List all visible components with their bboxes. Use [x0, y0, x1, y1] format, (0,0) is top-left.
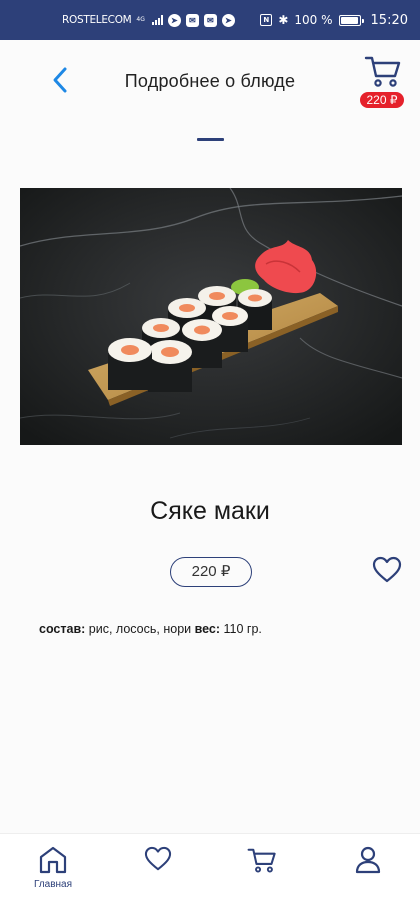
clock: 15:20 — [370, 12, 408, 28]
nav-profile[interactable] — [336, 834, 400, 900]
favorite-button[interactable] — [372, 556, 402, 586]
status-right: N ✱ 100 % 15:20 — [260, 0, 408, 40]
sushi-photo — [20, 188, 402, 445]
cart-icon — [364, 56, 401, 87]
telegram-icon-2: ➤ — [221, 13, 235, 27]
dish-image — [20, 188, 402, 445]
page-title: Подробнее о блюде — [124, 71, 296, 91]
price-button[interactable]: 220 ₽ — [170, 557, 252, 587]
nav-cart[interactable] — [230, 834, 294, 900]
composition-label: состав: — [39, 622, 86, 636]
composition-text: состав: рис, лосось, нори вес: 110 гр. — [39, 622, 262, 636]
heart-icon — [372, 556, 402, 583]
signal-icon — [151, 15, 163, 25]
status-bar: ROSTELECOM 4G ➤ ✉ ✉ ➤ N ✱ 100 % 15:20 — [0, 0, 420, 40]
composition-value: рис, лосось, нори — [85, 622, 195, 636]
mail-icon: ✉ — [185, 13, 199, 27]
nav-home-label: Главная — [33, 879, 73, 890]
heart-icon — [144, 846, 172, 871]
dish-name: Сяке маки — [150, 497, 270, 525]
carrier-name: ROSTELECOM — [62, 14, 132, 26]
battery-percent: 100 % — [294, 13, 333, 27]
home-icon — [39, 846, 67, 874]
battery-icon — [338, 14, 364, 26]
message-icon: ✉ — [203, 13, 217, 27]
weight-label: вес: — [194, 622, 221, 636]
cart-total-badge: 220 ₽ — [360, 92, 404, 108]
network-type: 4G — [136, 16, 145, 23]
telegram-icon: ➤ — [167, 13, 181, 27]
cart-icon — [247, 848, 276, 873]
user-icon — [355, 846, 381, 874]
divider — [197, 138, 224, 141]
weight-value: 110 гр. — [220, 622, 262, 636]
bluetooth-icon: ✱ — [278, 13, 289, 27]
bottom-nav: Главная — [0, 833, 420, 900]
nav-favorites[interactable] — [126, 834, 190, 900]
nav-home[interactable]: Главная — [21, 834, 85, 900]
status-left: ROSTELECOM 4G ➤ ✉ ✉ ➤ — [62, 0, 235, 40]
nfc-icon: N — [260, 14, 273, 26]
cart-button[interactable]: 220 ₽ — [360, 54, 404, 110]
